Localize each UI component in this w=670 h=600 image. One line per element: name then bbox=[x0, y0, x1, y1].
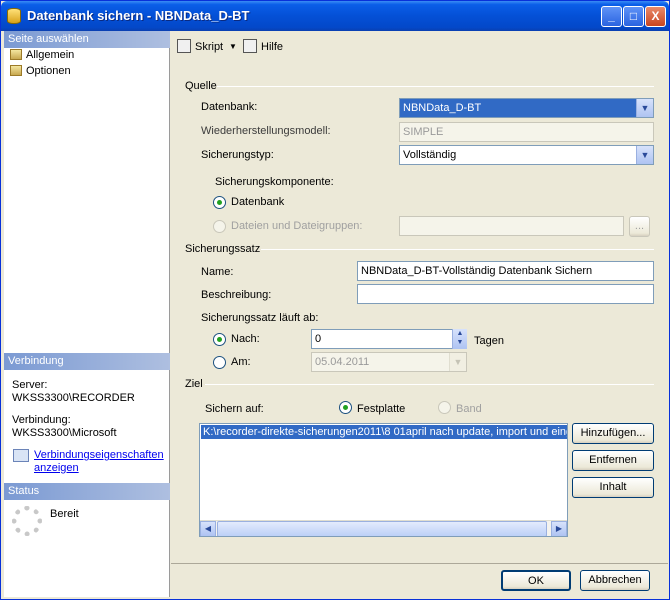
script-icon bbox=[177, 39, 191, 53]
cancel-button[interactable]: Abbrechen bbox=[580, 570, 650, 591]
recovery-model-label: Wiederherstellungsmodell: bbox=[201, 125, 331, 137]
page-item-allgemein[interactable]: Allgemein bbox=[8, 48, 75, 62]
chevron-down-icon[interactable]: ▼ bbox=[636, 146, 653, 164]
tape-label: Band bbox=[456, 403, 482, 415]
database-label: Datenbank: bbox=[201, 101, 258, 113]
backup-to-label: Sichern auf: bbox=[205, 403, 264, 415]
description-label: Beschreibung: bbox=[201, 289, 272, 301]
recovery-model-field: SIMPLE bbox=[399, 122, 654, 142]
days-spinner[interactable]: ▲ ▼ bbox=[452, 329, 467, 349]
destination-list[interactable]: K:\recorder-direkte-sicherungen2011\8 01… bbox=[199, 423, 568, 537]
connection-properties-icon[interactable] bbox=[13, 449, 29, 462]
connection-header: Verbindung bbox=[4, 353, 170, 370]
page-icon bbox=[10, 65, 22, 76]
source-group-divider bbox=[217, 86, 654, 87]
backupset-group-divider bbox=[261, 249, 654, 250]
days-label: Tagen bbox=[474, 335, 504, 347]
component-database-label: Datenbank bbox=[231, 196, 285, 208]
remove-destination-button[interactable]: Entfernen bbox=[572, 450, 654, 471]
expires-on-value: 05.04.2011 bbox=[315, 356, 370, 368]
connection-properties-link[interactable]: Verbindungseigenschaften bbox=[34, 449, 164, 462]
scroll-thumb[interactable] bbox=[217, 521, 547, 536]
backup-type-value: Vollständig bbox=[403, 149, 457, 161]
connection-label: Verbindung: bbox=[12, 414, 71, 426]
close-button[interactable]: X bbox=[645, 6, 666, 27]
select-page-header: Seite auswählen bbox=[4, 31, 170, 48]
database-icon bbox=[7, 8, 21, 24]
expires-after-label: Nach: bbox=[231, 333, 260, 345]
maximize-button[interactable]: □ bbox=[623, 6, 644, 27]
connection-properties-link-line2[interactable]: anzeigen bbox=[34, 462, 79, 475]
window-title: Datenbank sichern - NBNData_D-BT bbox=[27, 8, 250, 23]
add-destination-button[interactable]: Hinzufügen... bbox=[572, 423, 654, 444]
page-item-optionen[interactable]: Optionen bbox=[8, 64, 71, 78]
expires-on-label: Am: bbox=[231, 356, 251, 368]
dialog-window: Datenbank sichern - NBNData_D-BT _ □ X S… bbox=[0, 0, 670, 600]
disk-radio[interactable] bbox=[339, 401, 352, 414]
expires-on-radio[interactable] bbox=[213, 356, 226, 369]
page-label: Optionen bbox=[26, 65, 71, 77]
source-group-label: Quelle bbox=[185, 80, 217, 92]
left-pane: Seite auswählen Allgemein Optionen Verbi… bbox=[4, 31, 170, 597]
main-pane: Skript ▼ Hilfe Quelle Datenbank: NBNData… bbox=[171, 31, 668, 563]
tape-radio[interactable] bbox=[438, 401, 451, 414]
horizontal-scrollbar[interactable]: ◀ ▶ bbox=[200, 520, 567, 536]
component-database-radio[interactable] bbox=[213, 196, 226, 209]
scroll-left-icon[interactable]: ◀ bbox=[200, 521, 216, 536]
backup-type-label: Sicherungstyp: bbox=[201, 149, 274, 161]
database-select[interactable]: NBNData_D-BT ▼ bbox=[399, 98, 654, 118]
component-files-radio[interactable] bbox=[213, 220, 226, 233]
expires-label: Sicherungssatz läuft ab: bbox=[201, 312, 319, 324]
list-item[interactable]: K:\recorder-direkte-sicherungen2011\8 01… bbox=[201, 425, 567, 439]
name-label: Name: bbox=[201, 266, 234, 278]
connection-value: WKSS3300\Microsoft bbox=[12, 427, 117, 439]
browse-files-button[interactable]: ... bbox=[629, 216, 650, 237]
expires-after-radio[interactable] bbox=[213, 333, 226, 346]
chevron-down-icon[interactable]: ▼ bbox=[636, 99, 653, 117]
backup-component-label: Sicherungskomponente: bbox=[215, 176, 334, 188]
name-field[interactable]: NBNData_D-BT-Vollständig Datenbank Siche… bbox=[357, 261, 654, 281]
server-value: WKSS3300\RECORDER bbox=[12, 392, 135, 404]
script-button[interactable]: Skript ▼ bbox=[177, 39, 237, 55]
spin-up-icon[interactable]: ▲ bbox=[453, 329, 467, 338]
expires-on-date[interactable]: 05.04.2011 ▼ bbox=[311, 352, 467, 372]
ok-button[interactable]: OK bbox=[501, 570, 571, 591]
destination-group-divider bbox=[205, 384, 654, 385]
spin-down-icon[interactable]: ▼ bbox=[453, 338, 467, 347]
backupset-group-label: Sicherungssatz bbox=[185, 243, 261, 255]
description-field[interactable] bbox=[357, 284, 654, 304]
destination-group-label: Ziel bbox=[185, 378, 203, 390]
expires-after-field[interactable]: 0 bbox=[311, 329, 467, 349]
chevron-down-icon[interactable]: ▼ bbox=[449, 353, 466, 371]
minimize-button[interactable]: _ bbox=[601, 6, 622, 27]
expires-after-value: 0 bbox=[315, 333, 322, 345]
dialog-footer: OK Abbrechen bbox=[171, 563, 668, 597]
status-header: Status bbox=[4, 483, 170, 500]
chevron-down-icon: ▼ bbox=[229, 42, 237, 51]
page-icon bbox=[10, 49, 22, 60]
title-bar[interactable]: Datenbank sichern - NBNData_D-BT _ □ X bbox=[1, 1, 669, 31]
files-field bbox=[399, 216, 624, 236]
help-icon bbox=[243, 39, 257, 53]
backup-type-select[interactable]: Vollständig ▼ bbox=[399, 145, 654, 165]
page-label: Allgemein bbox=[26, 49, 75, 61]
database-value: NBNData_D-BT bbox=[403, 102, 482, 114]
script-label: Skript bbox=[195, 41, 224, 53]
status-value: Bereit bbox=[50, 508, 79, 520]
server-label: Server: bbox=[12, 379, 48, 391]
help-label: Hilfe bbox=[261, 41, 284, 53]
component-files-label: Dateien und Dateigruppen: bbox=[231, 220, 363, 232]
disk-label: Festplatte bbox=[357, 403, 406, 415]
help-button[interactable]: Hilfe bbox=[243, 39, 293, 55]
contents-button[interactable]: Inhalt bbox=[572, 477, 654, 498]
progress-spinner-icon bbox=[12, 506, 42, 536]
scroll-right-icon[interactable]: ▶ bbox=[551, 521, 567, 536]
